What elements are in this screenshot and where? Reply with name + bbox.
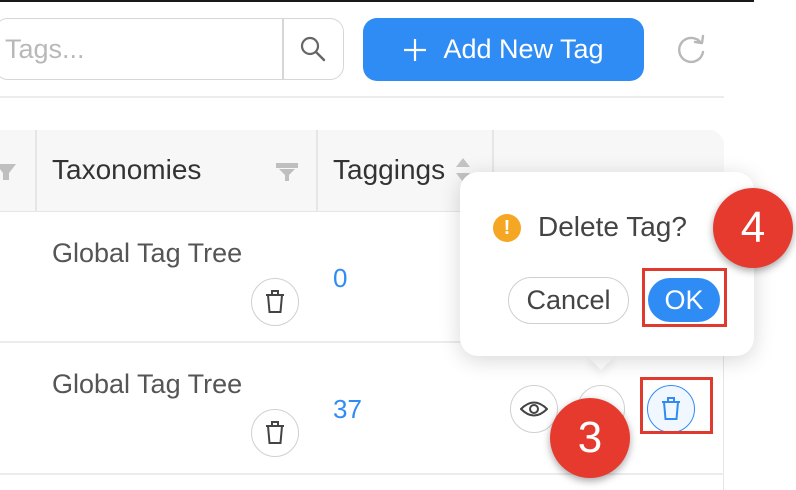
- row-taxonomy: Global Tag Tree: [52, 238, 243, 268]
- step-badge-4: 4: [713, 188, 793, 268]
- highlight-box-ok: [642, 268, 727, 327]
- popover-title: Delete Tag?: [538, 211, 687, 242]
- delete-confirm-popover: [460, 172, 754, 356]
- top-border: [0, 0, 754, 2]
- cancel-button[interactable]: Cancel: [508, 277, 629, 324]
- row-taggings-count[interactable]: 37: [333, 394, 362, 425]
- column-divider: [316, 130, 318, 212]
- row-taxonomy: Global Tag Tree: [52, 369, 243, 399]
- filter-icon[interactable]: [276, 162, 298, 182]
- search-icon: [300, 36, 326, 61]
- plus-icon: [403, 38, 427, 62]
- trash-icon: [266, 290, 284, 313]
- search-input[interactable]: [5, 31, 265, 67]
- row-taggings-count[interactable]: 0: [333, 263, 347, 294]
- header-taggings[interactable]: Taggings: [333, 154, 445, 186]
- search-button[interactable]: [284, 19, 342, 78]
- step-badge-3: 3: [550, 398, 630, 478]
- search-box: [0, 18, 344, 80]
- trash-icon: [266, 421, 284, 444]
- eye-icon: [520, 401, 548, 417]
- toolbar-divider: [0, 96, 724, 98]
- column-divider: [35, 130, 37, 212]
- warning-icon: !: [493, 214, 521, 242]
- row-divider: [0, 473, 724, 475]
- filter-icon[interactable]: [0, 162, 16, 182]
- delete-taxonomy-button[interactable]: [251, 278, 299, 326]
- delete-taxonomy-button[interactable]: [251, 409, 299, 457]
- add-new-tag-label: Add New Tag: [443, 34, 604, 64]
- add-new-tag-button[interactable]: Add New Tag: [363, 18, 644, 81]
- highlight-box-delete: [640, 377, 713, 434]
- header-taxonomies: Taxonomies: [52, 154, 202, 185]
- refresh-icon[interactable]: [674, 33, 708, 67]
